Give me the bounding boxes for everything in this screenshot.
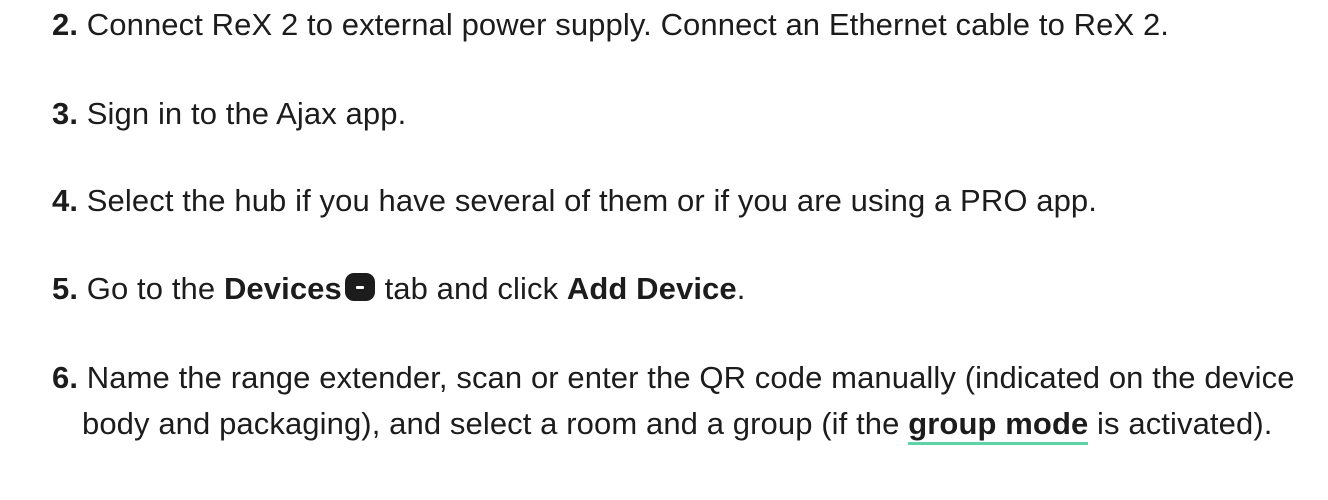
step-6-paragraph: 6. Name the range extender, scan or ente… [52, 355, 1312, 447]
group-mode-link[interactable]: group mode [908, 406, 1089, 445]
step-text-after: is activated). [1097, 406, 1273, 441]
step-number: 2. [52, 7, 79, 42]
step-6: 6. Name the range extender, scan or ente… [52, 355, 1312, 447]
devices-tab-label: Devices [223, 271, 342, 306]
step-number: 4. [52, 183, 79, 218]
step-3: 3. Sign in to the Ajax app. [52, 91, 1312, 137]
step-text-pre: Go to the [86, 271, 216, 306]
step-number: 6. [52, 360, 79, 395]
step-text: Select the hub if you have several of th… [86, 183, 1097, 218]
step-text: Sign in to the Ajax app. [86, 96, 407, 131]
step-number: 3. [52, 96, 79, 131]
add-device-label: Add Device [566, 271, 737, 306]
step-5: 5. Go to the Devices tab and click Add D… [52, 266, 1312, 312]
devices-tab-icon [344, 273, 375, 301]
step-text: Connect ReX 2 to external power supply. … [86, 7, 1170, 42]
step-4: 4. Select the hub if you have several of… [52, 178, 1312, 224]
step-number: 5. [52, 271, 79, 306]
step-text-end: . [736, 271, 746, 306]
step-2: 2. Connect ReX 2 to external power suppl… [52, 2, 1312, 48]
step-text-mid: tab and click [384, 271, 559, 306]
